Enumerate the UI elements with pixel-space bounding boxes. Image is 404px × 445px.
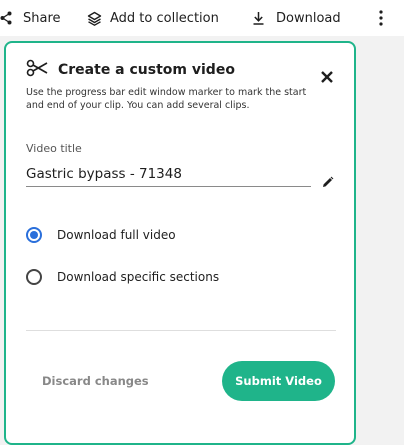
- radio-unselected-icon[interactable]: [26, 269, 42, 285]
- more-vertical-icon: [379, 10, 383, 26]
- pencil-icon[interactable]: [321, 174, 334, 193]
- top-toolbar: Share Add to collection Download: [0, 0, 404, 36]
- layers-icon: [87, 11, 102, 26]
- panel-title: Create a custom video: [58, 62, 235, 78]
- download-specific-sections-option[interactable]: Download specific sections: [26, 269, 219, 285]
- submit-video-button[interactable]: Submit Video: [222, 361, 335, 401]
- video-title-label: Video title: [26, 142, 82, 155]
- video-title-input[interactable]: [26, 162, 311, 187]
- download-button[interactable]: Download: [252, 0, 341, 36]
- download-full-video-option[interactable]: Download full video: [26, 227, 176, 243]
- add-to-collection-button[interactable]: Add to collection: [87, 0, 219, 36]
- scissors-icon: [26, 59, 48, 81]
- radio-selected-icon[interactable]: [26, 227, 42, 243]
- download-label: Download: [276, 10, 341, 26]
- panel-description: Use the progress bar edit window marker …: [26, 87, 307, 111]
- share-button[interactable]: Share: [0, 0, 61, 36]
- more-options-button[interactable]: [371, 0, 391, 36]
- download-icon: [252, 11, 265, 25]
- divider: [26, 330, 336, 331]
- custom-video-panel: Create a custom video Use the progress b…: [4, 41, 356, 445]
- add-to-collection-label: Add to collection: [110, 10, 219, 26]
- share-icon: [0, 11, 12, 25]
- discard-changes-button[interactable]: Discard changes: [42, 374, 149, 388]
- download-specific-sections-label: Download specific sections: [57, 270, 220, 284]
- download-full-video-label: Download full video: [57, 228, 176, 242]
- share-label: Share: [23, 10, 61, 26]
- close-icon[interactable]: [320, 69, 334, 83]
